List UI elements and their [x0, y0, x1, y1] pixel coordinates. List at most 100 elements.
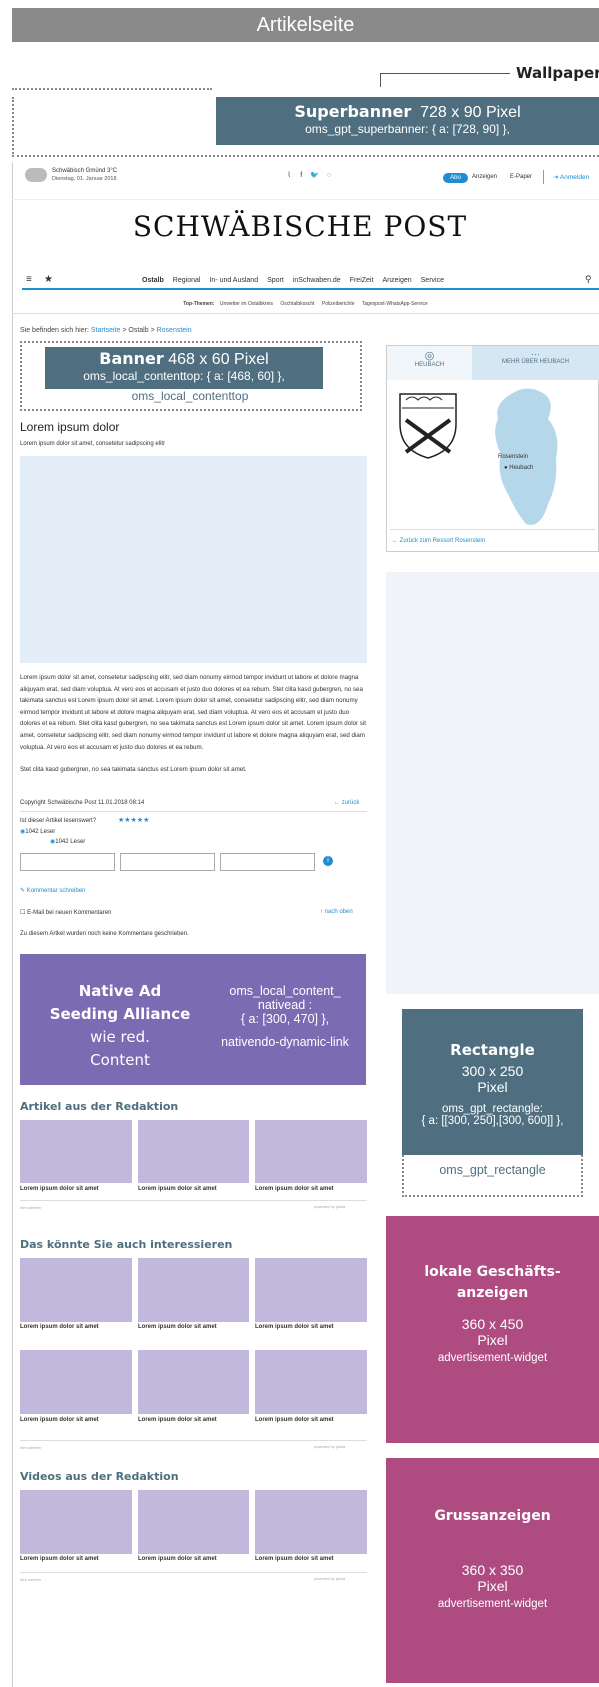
map-place-heubach: ● Heubach: [504, 465, 533, 471]
breadcrumb-home[interactable]: Startseite: [91, 327, 121, 334]
epaper-link[interactable]: E-Paper: [510, 174, 532, 180]
rectangle-ad: Rectangle 300 x 250 Pixel oms_gpt_rectan…: [402, 1009, 583, 1155]
twitter-icon[interactable]: 🐦: [310, 172, 319, 179]
gruss-unit: Pixel: [477, 1578, 508, 1594]
card-title[interactable]: Lorem ipsum dolor sit amet: [255, 1417, 334, 1423]
breadcrumb-current[interactable]: Rosenstein: [157, 327, 192, 334]
banner-ad: Banner 468 x 60 Pixel oms_local_contentt…: [45, 347, 323, 389]
ad-label: Ihre werben: [20, 1577, 42, 1582]
comment-name-field[interactable]: [20, 853, 115, 871]
tab-heubach-label: HEUBACH: [414, 362, 445, 368]
card-image[interactable]: [255, 1490, 367, 1554]
breadcrumb-mid[interactable]: > Ostalb >: [120, 327, 156, 334]
powered-by: powered by plista: [314, 1204, 346, 1209]
card-image[interactable]: [138, 1490, 249, 1554]
tab-mehr-heubach[interactable]: ··· MEHR ÜBER HEUBACH: [472, 346, 599, 380]
map-dot-icon: ●: [504, 465, 508, 471]
nav-item-anzeigen[interactable]: Anzeigen: [382, 277, 411, 284]
to-top-link[interactable]: ↑ nach oben: [320, 909, 353, 915]
login-icon: ⇥: [553, 174, 559, 181]
back-link[interactable]: ← zurück: [334, 800, 359, 806]
wallpaper-pointer-line: [380, 73, 510, 74]
nav-item-sport[interactable]: Sport: [267, 277, 284, 284]
back-to-ressort-link[interactable]: ← Zurück zum Ressort Rosenstein: [392, 538, 485, 544]
nav-item-freizeit[interactable]: FreiZeit: [350, 277, 374, 284]
card-title[interactable]: Lorem ipsum dolor sit amet: [138, 1186, 217, 1192]
weather-cloud-icon: [25, 168, 47, 182]
card-image[interactable]: [20, 1258, 132, 1322]
topthema-4[interactable]: Tagespost-WhatsApp-Service: [362, 301, 428, 307]
login-link[interactable]: ⇥ Anmelden: [553, 173, 589, 181]
card-image[interactable]: [20, 1490, 132, 1554]
powered-by: powered by plista: [314, 1444, 346, 1449]
comment-email-field[interactable]: [120, 853, 215, 871]
nav-item-inschwaben[interactable]: inSchwaben.de: [293, 277, 341, 284]
weather-text: Schwäbisch Gmünd 3°C: [52, 168, 118, 174]
card-image[interactable]: [20, 1350, 132, 1414]
write-comment-link[interactable]: ✎ Kommentar schreiben: [20, 887, 85, 894]
superbanner-ad: Superbanner 728 x 90 Pixel oms_gpt_super…: [216, 97, 599, 145]
card-title[interactable]: Lorem ipsum dolor sit amet: [138, 1417, 217, 1423]
rectangle-code-1: oms_gpt_rectangle:: [441, 1103, 543, 1115]
card-title[interactable]: Lorem ipsum dolor sit amet: [20, 1556, 99, 1562]
gruss-size: 360 x 350: [461, 1562, 524, 1578]
banner-size: 468 x 60 Pixel: [168, 351, 269, 368]
card-title[interactable]: Lorem ipsum dolor sit amet: [255, 1186, 334, 1192]
wallpaper-pointer-tick: [380, 73, 381, 87]
superbanner-code: oms_gpt_superbanner: { a: [728, 90] },: [305, 122, 510, 136]
breadcrumb-prefix: Sie befinden sich hier:: [20, 327, 89, 334]
card-title[interactable]: Lorem ipsum dolor sit amet: [138, 1556, 217, 1562]
abo-button[interactable]: Abo: [443, 173, 468, 183]
rating-stars[interactable]: ★★★★★: [118, 816, 149, 824]
facebook-icon[interactable]: f: [300, 172, 302, 179]
article-image: [20, 456, 367, 663]
card-title[interactable]: Lorem ipsum dolor sit amet: [255, 1556, 334, 1562]
lokal-size: 360 x 450: [461, 1316, 524, 1332]
login-label: Anmelden: [559, 174, 590, 181]
star-icon[interactable]: ★: [44, 274, 53, 285]
card-image[interactable]: [20, 1120, 132, 1183]
location-pin-icon: ◎: [424, 350, 435, 362]
card-title[interactable]: Lorem ipsum dolor sit amet: [20, 1417, 99, 1423]
rss-icon[interactable]: ⌇: [286, 172, 292, 179]
card-image[interactable]: [138, 1120, 249, 1183]
native-ad-title: Native Ad Seeding Alliance wie red. Cont…: [30, 980, 210, 1072]
nav-item-service[interactable]: Service: [421, 277, 444, 284]
nav-item-ostalb[interactable]: Ostalb: [142, 277, 164, 284]
search-icon[interactable]: ⚲: [585, 274, 592, 285]
nav-item-in-ausland[interactable]: In- und Ausland: [209, 277, 258, 284]
topthema-1[interactable]: Unwetter im Ostalbkreis: [220, 301, 273, 307]
topthema-2[interactable]: Oschtalbkoscht: [280, 301, 314, 307]
weather-date: Dienstag, 01. Januar 2018: [52, 176, 117, 182]
native-ad-code: oms_local_content_ nativead : { a: [300,…: [205, 984, 365, 1049]
lokal-title: lokale Geschäfts- anzeigen: [386, 1262, 599, 1304]
card-image[interactable]: [255, 1258, 367, 1322]
card-image[interactable]: [138, 1258, 249, 1322]
more-dots-icon: ···: [531, 349, 540, 359]
lokal-code: advertisement-widget: [437, 1352, 548, 1364]
card-title[interactable]: Lorem ipsum dolor sit amet: [255, 1324, 334, 1330]
card-title[interactable]: Lorem ipsum dolor sit amet: [138, 1324, 217, 1330]
card-image[interactable]: [255, 1350, 367, 1414]
map-place-heubach-label: Heubach: [509, 465, 534, 471]
nav-item-regional[interactable]: Regional: [173, 277, 201, 284]
to-top-label: nach oben: [324, 909, 353, 915]
whatsapp-icon[interactable]: ◌: [327, 172, 331, 179]
native-line-2: Seeding Alliance: [49, 1005, 191, 1023]
info-icon[interactable]: i: [323, 856, 333, 866]
tab-heubach[interactable]: ◎ HEUBACH: [387, 346, 472, 380]
comment-city-field[interactable]: [220, 853, 315, 871]
email-notify-checkbox[interactable]: ☐ E-Mail bei neuen Kommentaren: [20, 909, 111, 916]
anzeigen-link[interactable]: Anzeigen: [472, 174, 497, 180]
article-copyright: Copyright Schwäbische Post 11.01.2018 08…: [20, 800, 145, 806]
card-image[interactable]: [138, 1350, 249, 1414]
site-logo[interactable]: SCHWÄBISCHE POST: [120, 210, 480, 243]
grussanzeigen-ad: Grussanzeigen 360 x 350 Pixel advertisem…: [386, 1458, 599, 1683]
no-comments-text: Zu diesem Artkel wurden noch keine Komme…: [20, 931, 189, 937]
topthema-3[interactable]: Polizeiberichte: [322, 301, 355, 307]
card-image[interactable]: [255, 1120, 367, 1183]
card-title[interactable]: Lorem ipsum dolor sit amet: [20, 1186, 99, 1192]
menu-icon[interactable]: ≡: [26, 274, 32, 285]
nav-underline: [22, 288, 599, 290]
card-title[interactable]: Lorem ipsum dolor sit amet: [20, 1324, 99, 1330]
